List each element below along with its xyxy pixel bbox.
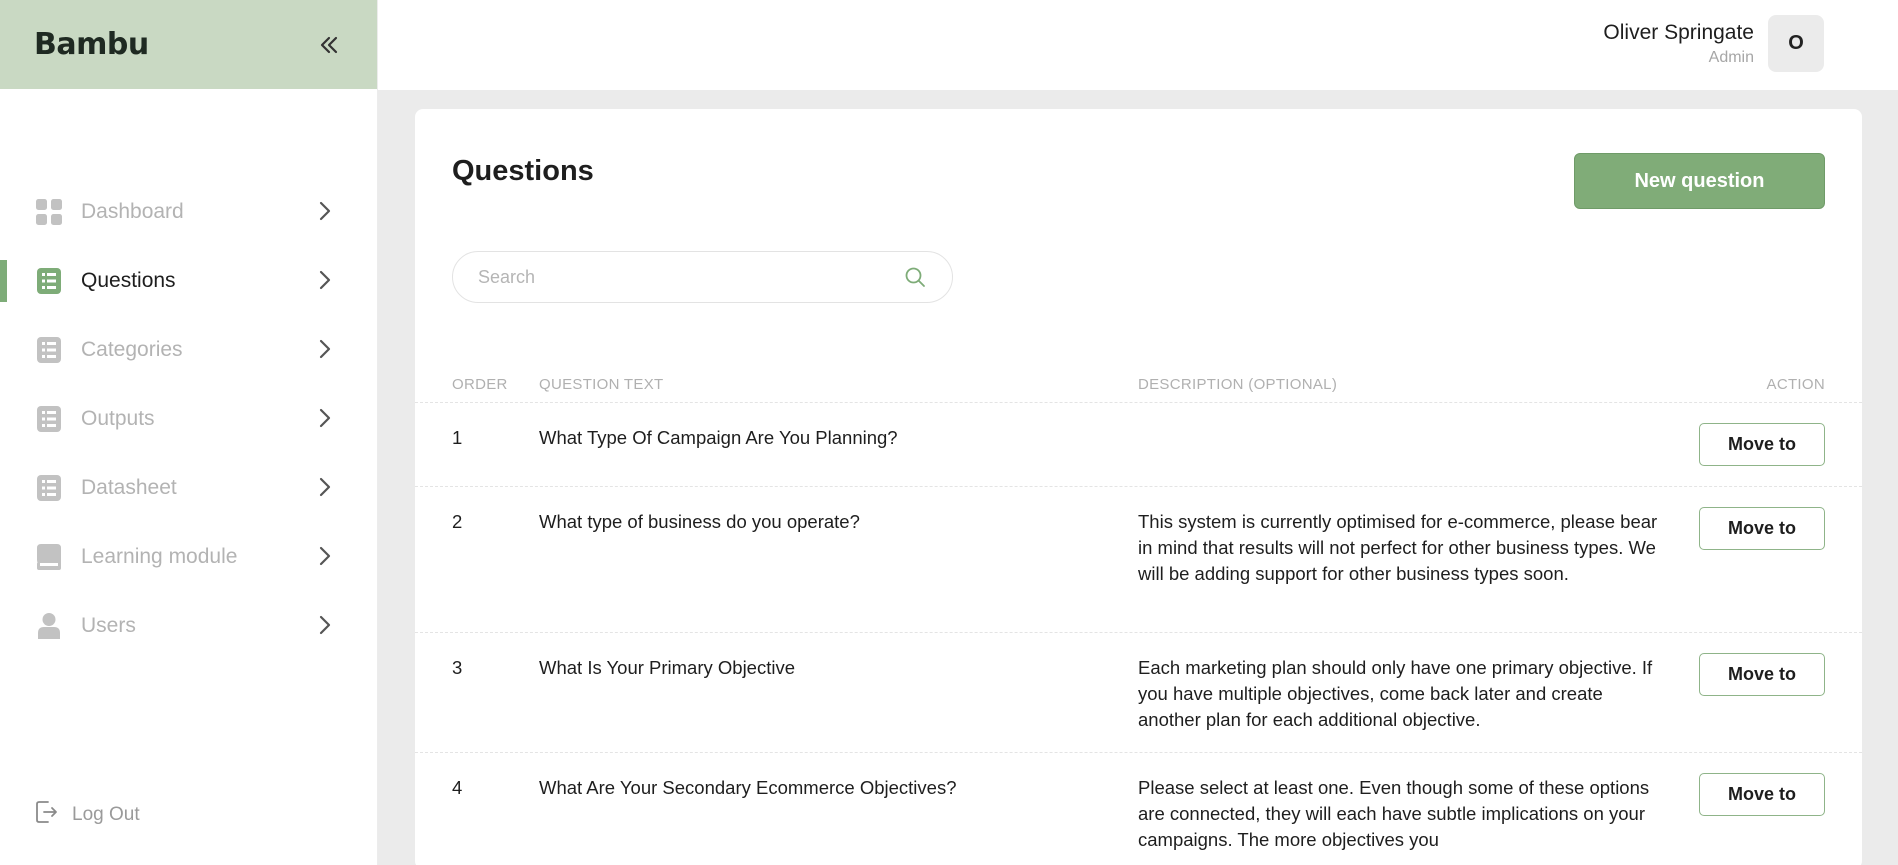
- table-row: 1 What Type Of Campaign Are You Planning…: [415, 403, 1862, 487]
- sidebar-item-dashboard[interactable]: Dashboard: [0, 177, 378, 246]
- description-cell: Please select at least one. Even though …: [1138, 777, 1650, 850]
- sidebar-item-datasheet[interactable]: Datasheet: [0, 453, 378, 522]
- order-cell: 4: [452, 777, 463, 798]
- search-icon[interactable]: [903, 265, 927, 289]
- user-icon: [36, 612, 62, 639]
- order-cell: 2: [452, 511, 463, 532]
- collapse-sidebar-icon[interactable]: [315, 31, 343, 59]
- move-to-button[interactable]: Move to: [1699, 423, 1825, 466]
- brand-bar: Bambu: [0, 0, 377, 89]
- chevron-right-icon: [316, 199, 334, 223]
- user-info: Oliver Springate Admin: [1603, 21, 1754, 67]
- logout-icon: [36, 800, 58, 829]
- question-text-cell: What Type Of Campaign Are You Planning?: [539, 427, 898, 448]
- user-role: Admin: [1708, 48, 1754, 66]
- header-question-text[interactable]: QUESTION TEXT: [539, 376, 663, 393]
- sidebar-item-categories[interactable]: Categories: [0, 315, 378, 384]
- chevron-right-icon: [316, 406, 334, 430]
- list-icon: [36, 474, 62, 501]
- chevron-right-icon: [316, 613, 334, 637]
- sidebar-item-learning-module[interactable]: Learning module: [0, 522, 378, 591]
- order-cell: 3: [452, 657, 463, 678]
- logout-button[interactable]: Log Out: [36, 800, 140, 829]
- chevron-right-icon: [316, 475, 334, 499]
- table-row: 3 What Is Your Primary Objective Each ma…: [415, 633, 1862, 753]
- move-to-button[interactable]: Move to: [1699, 653, 1825, 696]
- search-input[interactable]: [478, 266, 903, 288]
- topbar: Oliver Springate Admin O: [378, 0, 1898, 90]
- table-row: 2 What type of business do you operate? …: [415, 487, 1862, 633]
- dashboard-grid-icon: [36, 198, 62, 225]
- page-title: Questions: [452, 155, 594, 187]
- question-text-cell: What Are Your Secondary Ecommerce Object…: [539, 777, 957, 798]
- sidebar-nav: Dashboard Questions Categories Outputs D…: [0, 177, 378, 660]
- app-logo[interactable]: Bambu: [34, 27, 149, 62]
- chevron-right-icon: [316, 268, 334, 292]
- chevron-right-icon: [316, 544, 334, 568]
- sidebar: Bambu Dashboard Questions Categories Out…: [0, 0, 378, 865]
- list-icon: [36, 267, 62, 294]
- table-header: ORDER QUESTION TEXT DESCRIPTION (OPTIONA…: [415, 359, 1862, 403]
- header-action: ACTION: [1766, 376, 1825, 393]
- move-to-button[interactable]: Move to: [1699, 773, 1825, 816]
- question-text-cell: What type of business do you operate?: [539, 511, 860, 532]
- list-icon: [36, 336, 62, 363]
- chevron-right-icon: [316, 337, 334, 361]
- header-order[interactable]: ORDER: [452, 376, 508, 393]
- header-description[interactable]: DESCRIPTION (OPTIONAL): [1138, 376, 1337, 393]
- description-cell: Each marketing plan should only have one…: [1138, 657, 1653, 730]
- move-to-button[interactable]: Move to: [1699, 507, 1825, 550]
- sidebar-item-users[interactable]: Users: [0, 591, 378, 660]
- questions-table: ORDER QUESTION TEXT DESCRIPTION (OPTIONA…: [415, 359, 1862, 865]
- avatar[interactable]: O: [1768, 15, 1824, 72]
- order-cell: 1: [452, 427, 463, 448]
- new-question-button[interactable]: New question: [1574, 153, 1825, 209]
- sidebar-item-questions[interactable]: Questions: [0, 246, 378, 315]
- list-icon: [36, 405, 62, 432]
- questions-card: Questions New question ORDER QUESTION TE…: [415, 109, 1862, 865]
- logout-label: Log Out: [72, 803, 140, 825]
- user-name: Oliver Springate: [1603, 20, 1754, 44]
- search-box: [452, 251, 953, 303]
- user-menu[interactable]: Oliver Springate Admin O: [1603, 15, 1824, 72]
- description-cell: This system is currently optimised for e…: [1138, 511, 1658, 584]
- sidebar-item-outputs[interactable]: Outputs: [0, 384, 378, 453]
- table-row: 4 What Are Your Secondary Ecommerce Obje…: [415, 753, 1862, 865]
- book-icon: [36, 543, 62, 570]
- main-content: Questions New question ORDER QUESTION TE…: [378, 90, 1898, 865]
- question-text-cell: What Is Your Primary Objective: [539, 657, 796, 678]
